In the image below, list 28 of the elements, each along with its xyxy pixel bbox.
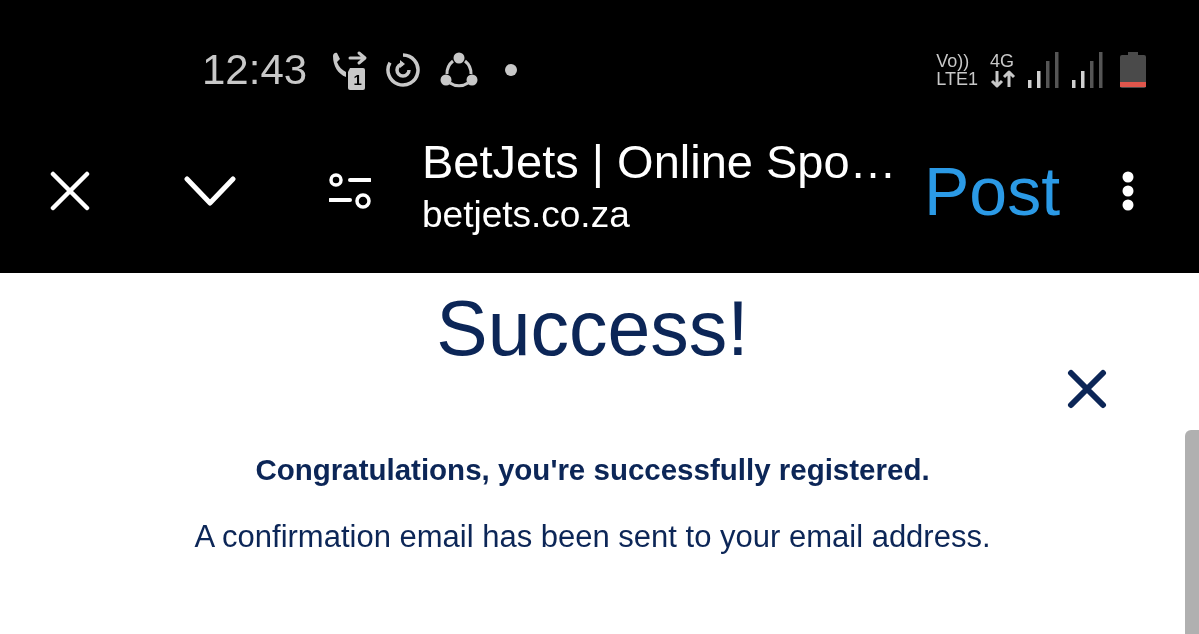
dialog-title: Success! xyxy=(436,284,749,373)
lte-label: LTE1 xyxy=(936,70,978,88)
close-icon xyxy=(50,170,90,211)
confirmation-message: A confirmation email has been sent to your email address. xyxy=(194,518,991,556)
page-url: betjets.co.za xyxy=(422,192,630,237)
more-menu-button[interactable] xyxy=(1122,170,1135,211)
network-type: 4G xyxy=(990,52,1014,70)
chevron-down-icon xyxy=(184,175,236,206)
minimize-button[interactable] xyxy=(184,175,236,206)
signal-icon xyxy=(1072,52,1104,88)
sliders-icon xyxy=(329,171,371,210)
signal-icon xyxy=(1028,52,1060,88)
sync-icon xyxy=(385,52,422,88)
post-button[interactable]: Post xyxy=(924,150,1061,231)
clock-time: 12:43 xyxy=(202,47,308,93)
battery-low-icon xyxy=(1120,52,1146,88)
menu-icon xyxy=(1122,170,1135,211)
volte-label: Vo)) xyxy=(936,52,970,70)
success-heading: Congratulations, you're successfully registered. xyxy=(255,452,930,488)
dialog-close-button[interactable] xyxy=(1067,369,1107,409)
site-settings-button[interactable] xyxy=(329,171,371,210)
notification-dot-icon xyxy=(505,64,518,76)
data-arrows-icon xyxy=(990,70,1016,88)
sim-slot-number: 1 xyxy=(352,72,363,88)
close-tab-button[interactable] xyxy=(50,170,90,211)
page-title: BetJets | Online Spo… xyxy=(422,134,897,189)
close-icon xyxy=(1067,369,1107,409)
share-icon xyxy=(440,52,479,88)
